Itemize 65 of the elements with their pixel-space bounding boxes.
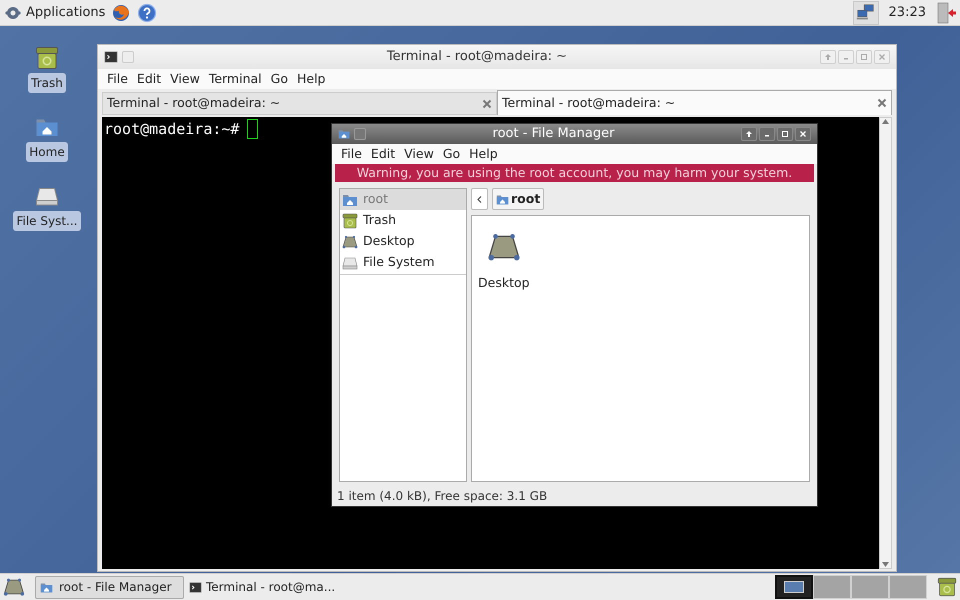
folder-item[interactable]: Desktop bbox=[476, 220, 532, 293]
maximize-button[interactable] bbox=[777, 127, 793, 141]
network-icon[interactable] bbox=[852, 0, 879, 24]
down-arrow-icon[interactable] bbox=[882, 562, 889, 567]
menu-item[interactable]: Go bbox=[270, 70, 288, 88]
trash-can-icon bbox=[342, 212, 358, 228]
left-chevron-icon bbox=[477, 196, 482, 202]
menu-item[interactable]: Help bbox=[469, 144, 498, 164]
help-icon[interactable] bbox=[137, 2, 158, 22]
menu-item[interactable]: View bbox=[404, 144, 434, 164]
terminal-icon bbox=[104, 50, 118, 64]
terminal-icon bbox=[189, 580, 202, 594]
maximize-icon bbox=[781, 130, 789, 138]
up-arrow-icon[interactable] bbox=[882, 119, 889, 124]
window-thumbnail bbox=[784, 581, 804, 593]
menu-item[interactable]: Help bbox=[296, 70, 326, 88]
drive-icon bbox=[342, 254, 358, 270]
sidebar-item[interactable]: File System bbox=[340, 252, 466, 273]
terminal-tab[interactable]: Terminal - root@madeira: ~ bbox=[102, 92, 497, 115]
logout-icon[interactable] bbox=[936, 2, 956, 24]
terminal-tab[interactable]: Terminal - root@madeira: ~ bbox=[497, 90, 892, 115]
shell-prompt: root@madeira:~# bbox=[104, 119, 240, 140]
window-title: Terminal - root@madeira: ~ bbox=[386, 48, 568, 66]
close-button[interactable] bbox=[795, 127, 811, 141]
menu-item[interactable]: Go bbox=[442, 144, 460, 164]
minimize-button[interactable] bbox=[759, 127, 775, 141]
globe-icon[interactable] bbox=[111, 2, 132, 22]
menu-item[interactable]: Edit bbox=[136, 70, 162, 88]
clock[interactable]: 23:23 bbox=[888, 2, 926, 22]
window-title: root - File Manager bbox=[492, 125, 616, 144]
status-text: 1 item (4.0 kB), Free space: 3.1 GB bbox=[337, 488, 548, 505]
sidebar-item[interactable]: Desktop bbox=[340, 231, 466, 252]
menu-item[interactable]: Edit bbox=[370, 144, 396, 164]
menu-item[interactable]: Terminal bbox=[208, 70, 262, 88]
sidebar-item[interactable]: Trash bbox=[340, 210, 466, 231]
trash-can-icon bbox=[937, 577, 957, 597]
applications-menu[interactable]: Applications bbox=[4, 2, 106, 22]
home-folder-icon bbox=[496, 192, 509, 206]
home-folder-icon bbox=[40, 580, 53, 594]
up-arrow-icon bbox=[745, 130, 753, 138]
desktop-icon bbox=[342, 234, 358, 250]
taskbar-button[interactable]: root - File Manager bbox=[35, 576, 184, 598]
workspace[interactable] bbox=[775, 575, 813, 599]
scrollbar[interactable] bbox=[879, 117, 892, 569]
menu-item[interactable]: View bbox=[170, 70, 200, 88]
path-button[interactable]: root bbox=[492, 188, 544, 210]
shade-button[interactable] bbox=[741, 127, 757, 141]
warning-banner: Warning, you are using the root account, you may harm your system. bbox=[335, 164, 814, 182]
desktop-icon-label[interactable]: Trash bbox=[28, 73, 66, 93]
menu-item[interactable]: File bbox=[107, 70, 128, 88]
maximize-icon bbox=[860, 53, 868, 61]
home-folder-icon bbox=[338, 128, 350, 140]
desktop-icon bbox=[3, 576, 25, 598]
up-arrow-icon bbox=[824, 53, 832, 61]
trash-can-icon bbox=[35, 46, 59, 70]
close-icon bbox=[799, 130, 807, 138]
cursor bbox=[247, 119, 258, 140]
close-icon[interactable] bbox=[482, 98, 492, 108]
desktop-icon-label[interactable]: Home bbox=[26, 142, 68, 162]
taskbar-button[interactable]: Terminal - root@ma... bbox=[187, 576, 336, 598]
close-icon[interactable] bbox=[877, 98, 887, 108]
back-button[interactable] bbox=[471, 188, 488, 210]
menu-item[interactable]: File bbox=[341, 144, 362, 164]
close-icon bbox=[878, 53, 886, 61]
desktop-icon-label[interactable]: File Syst... bbox=[13, 211, 80, 231]
